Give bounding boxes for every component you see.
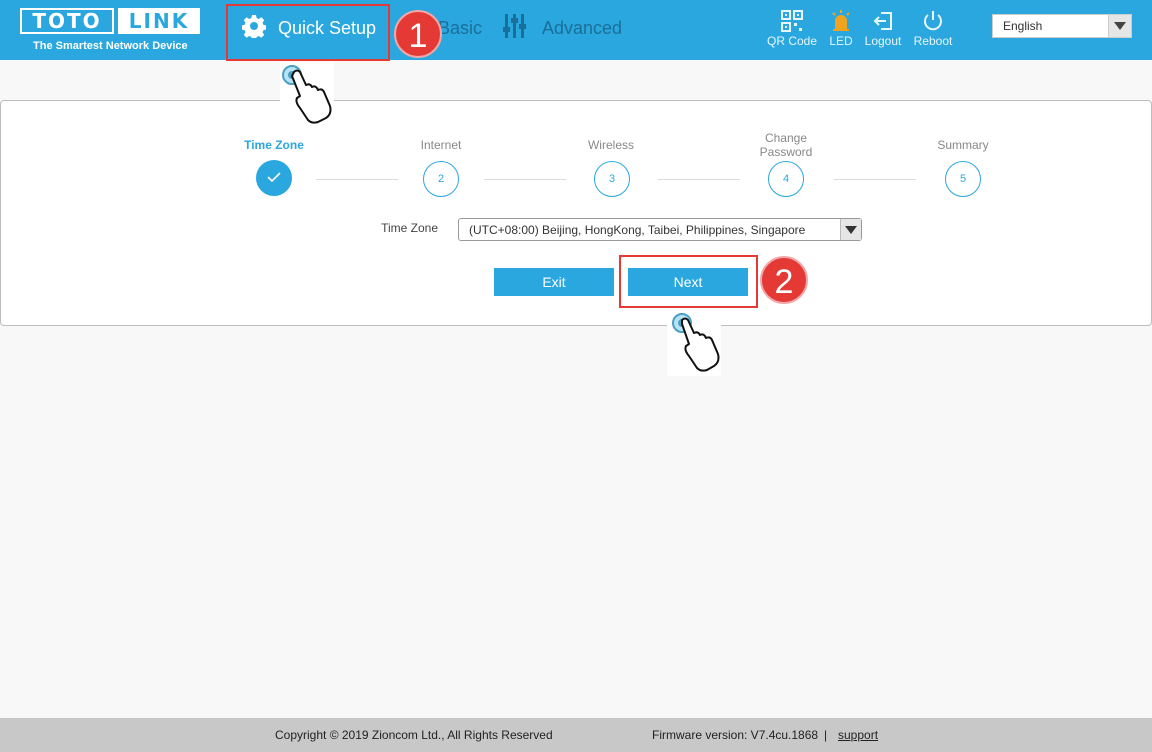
step-1-circle[interactable] (256, 160, 292, 196)
support-link[interactable]: support (838, 728, 878, 742)
highlight-box-quick-setup (226, 4, 390, 61)
firmware-version: Firmware version: V7.4cu.1868 (652, 728, 819, 742)
highlight-box-next (619, 255, 758, 308)
step-badge-2: 2 (760, 256, 808, 304)
step-connector (316, 179, 398, 180)
time-zone-label: Time Zone (381, 221, 438, 235)
chevron-down-icon (1108, 15, 1131, 37)
reboot-button[interactable]: Reboot (903, 10, 963, 48)
step-label-time-zone: Time Zone (244, 138, 304, 152)
sliders-icon (502, 13, 528, 44)
footer: Copyright © 2019 Zioncom Ltd., All Right… (0, 718, 1152, 752)
footer-separator: | (824, 728, 828, 742)
reboot-label: Reboot (913, 34, 953, 48)
step-label-change-password: Change Password (759, 131, 813, 159)
step-label-summary: Summary (937, 138, 989, 152)
power-icon (903, 10, 963, 32)
step-badge-1: 1 (394, 10, 442, 58)
led-label: LED (829, 34, 853, 48)
nav-basic[interactable]: Basic (438, 0, 482, 56)
pointer-hand-icon (280, 62, 334, 128)
logo-text-right: LINK (118, 8, 200, 34)
totolink-logo[interactable]: TOTO LINK The Smartest Network Device (20, 8, 200, 54)
time-zone-value: (UTC+08:00) Beijing, HongKong, Taibei, P… (469, 223, 806, 237)
pointer-hand-icon (667, 310, 721, 376)
language-value: English (1003, 19, 1043, 33)
nav-basic-label: Basic (438, 17, 483, 38)
step-connector (834, 179, 916, 180)
qr-code-label: QR Code (766, 34, 818, 48)
language-select[interactable]: English (992, 14, 1132, 38)
step-3-circle[interactable]: 3 (594, 161, 630, 197)
nav-advanced[interactable]: Advanced (502, 0, 622, 56)
step-5-circle[interactable]: 5 (945, 161, 981, 197)
copyright-text: Copyright © 2019 Zioncom Ltd., All Right… (275, 728, 553, 742)
logo-text-left: TOTO (20, 8, 114, 34)
chevron-down-icon (840, 219, 861, 240)
step-connector (658, 179, 740, 180)
top-bar: TOTO LINK The Smartest Network Device Qu… (0, 0, 1152, 60)
logout-label: Logout (864, 34, 902, 48)
step-label-internet: Internet (420, 138, 462, 152)
step-label-wireless: Wireless (587, 138, 634, 152)
checkmark-icon (267, 171, 281, 186)
step-2-circle[interactable]: 2 (423, 161, 459, 197)
exit-button[interactable]: Exit (494, 268, 614, 296)
step-4-circle[interactable]: 4 (768, 161, 804, 197)
logo-tagline: The Smartest Network Device (33, 40, 188, 52)
time-zone-select[interactable]: (UTC+08:00) Beijing, HongKong, Taibei, P… (458, 218, 862, 241)
nav-advanced-label: Advanced (542, 17, 623, 38)
step-connector (484, 179, 566, 180)
